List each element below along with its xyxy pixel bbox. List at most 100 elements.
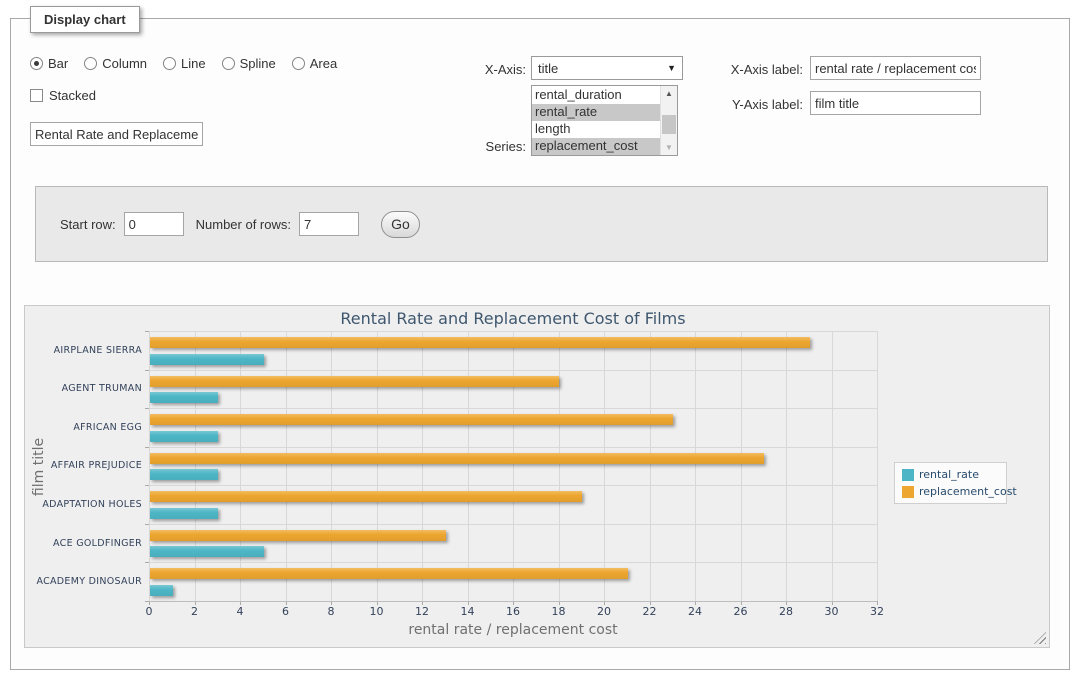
category-label: AIRPLANE SIERRA [25,331,142,370]
horizontal-gridline [149,562,877,563]
vertical-gridline [513,331,514,601]
start-row-label: Start row: [60,217,116,232]
x-axis-title: rental rate / replacement cost [149,622,877,638]
horizontal-gridline [149,601,877,602]
resize-grip-icon[interactable] [1034,632,1046,644]
x-axis-tick-label: 20 [597,605,611,618]
x-axis-tick-labels: 02468101214161820222426283032 [149,605,877,619]
number-of-rows-label: Number of rows: [196,217,291,232]
bar-replacement_cost-academy-dinosaur [150,568,628,579]
y-axis-tick [145,370,149,371]
chart-title-input[interactable] [30,122,203,146]
bar-replacement_cost-airplane-sierra [150,337,810,348]
x-axis-tick-label: 6 [282,605,289,618]
category-label: ADAPTATION HOLES [25,485,142,524]
legend-item-rental_rate[interactable]: rental_rate [902,468,999,481]
radio-icon[interactable] [163,57,176,70]
x-axis-label-input[interactable] [810,56,981,80]
chart-title: Rental Rate and Replacement Cost of Film… [149,309,877,328]
vertical-gridline [422,331,423,601]
horizontal-gridline [149,447,877,448]
series-option-length[interactable]: length [532,121,660,138]
x-axis-tick-label: 4 [237,605,244,618]
start-row-input[interactable] [124,212,184,236]
legend-swatch-icon [902,486,914,498]
chart-container: Rental Rate and Replacement Cost of Film… [24,305,1050,648]
chart-type-radio-label: Area [310,56,337,71]
x-axis-tick-label: 28 [779,605,793,618]
go-button[interactable]: Go [381,211,420,238]
bar-replacement_cost-adaptation-holes [150,491,582,502]
vertical-gridline [604,331,605,601]
y-axis-label-input[interactable] [810,91,981,115]
radio-icon[interactable] [222,57,235,70]
bar-replacement_cost-affair-prejudice [150,453,764,464]
chevron-down-icon: ▼ [667,63,676,73]
y-axis-label-label: Y-Axis label: [697,97,803,112]
series-multiselect[interactable]: rental_durationrental_ratelengthreplacem… [531,85,678,156]
x-axis-tick-label: 16 [506,605,520,618]
chart-type-radio-spline[interactable]: Spline [222,56,276,71]
y-axis-tick [145,447,149,448]
bar-replacement_cost-ace-goldfinger [150,530,446,541]
chart-type-radio-label: Line [181,56,206,71]
scrollbar-thumb[interactable] [662,115,676,134]
category-label: ACE GOLDFINGER [25,524,142,563]
y-axis-tick [145,485,149,486]
x-axis-tick-label: 2 [191,605,198,618]
legend-swatch-icon [902,469,914,481]
page: Display chart BarColumnLineSplineArea St… [0,0,1081,681]
number-of-rows-input[interactable] [299,212,359,236]
bar-replacement_cost-agent-truman [150,376,559,387]
row-range-panel: Start row: Number of rows: Go [35,186,1048,262]
chart-type-radio-group: Bar Column Line Spline Area [30,56,337,71]
vertical-gridline [877,331,878,601]
x-axis-selected-value: title [538,61,667,76]
x-axis-tick-label: 8 [328,605,335,618]
series-option-rental_rate[interactable]: rental_rate [532,104,660,121]
vertical-gridline [559,331,560,601]
y-axis-tick [145,562,149,563]
x-axis-tick-label: 12 [415,605,429,618]
chart-type-radio-bar[interactable]: Bar [30,56,68,71]
stacked-checkbox[interactable] [30,89,43,102]
vertical-gridline [650,331,651,601]
horizontal-gridline [149,370,877,371]
series-options: rental_durationrental_ratelengthreplacem… [532,87,660,155]
y-axis-tick [145,524,149,525]
chart-legend: rental_rate replacement_cost [894,462,1007,504]
chart-type-radio-line[interactable]: Line [163,56,206,71]
horizontal-gridline [149,485,877,486]
radio-icon[interactable] [30,57,43,70]
series-select-label: Series: [440,139,526,154]
vertical-gridline [695,331,696,601]
x-axis-tick-label: 22 [643,605,657,618]
stacked-label: Stacked [49,88,96,103]
x-axis-label-label: X-Axis label: [697,62,803,77]
x-axis-tick-label: 24 [688,605,702,618]
series-option-replacement_cost[interactable]: replacement_cost [532,138,660,155]
scroll-up-icon[interactable]: ▲ [661,86,677,101]
radio-icon[interactable] [84,57,97,70]
x-axis-select[interactable]: title ▼ [531,56,683,80]
radio-icon[interactable] [292,57,305,70]
legend-item-replacement_cost[interactable]: replacement_cost [902,485,999,498]
chart-type-radio-column[interactable]: Column [84,56,147,71]
vertical-gridline [741,331,742,601]
chart-type-radio-label: Bar [48,56,68,71]
stacked-option[interactable]: Stacked [30,88,96,103]
series-option-rental_duration[interactable]: rental_duration [532,87,660,104]
y-axis-tick [145,408,149,409]
plot-area [149,331,877,601]
horizontal-gridline [149,524,877,525]
bar-rental_rate-agent-truman [150,392,218,403]
vertical-gridline [377,331,378,601]
chart-type-radio-area[interactable]: Area [292,56,337,71]
series-scrollbar[interactable]: ▲ ▼ [660,86,677,155]
vertical-gridline [149,331,150,601]
legend-label: rental_rate [919,468,979,481]
legend-label: replacement_cost [919,485,1017,498]
category-label: AGENT TRUMAN [25,370,142,409]
x-axis-tick-label: 14 [461,605,475,618]
scroll-down-icon[interactable]: ▼ [661,140,677,155]
